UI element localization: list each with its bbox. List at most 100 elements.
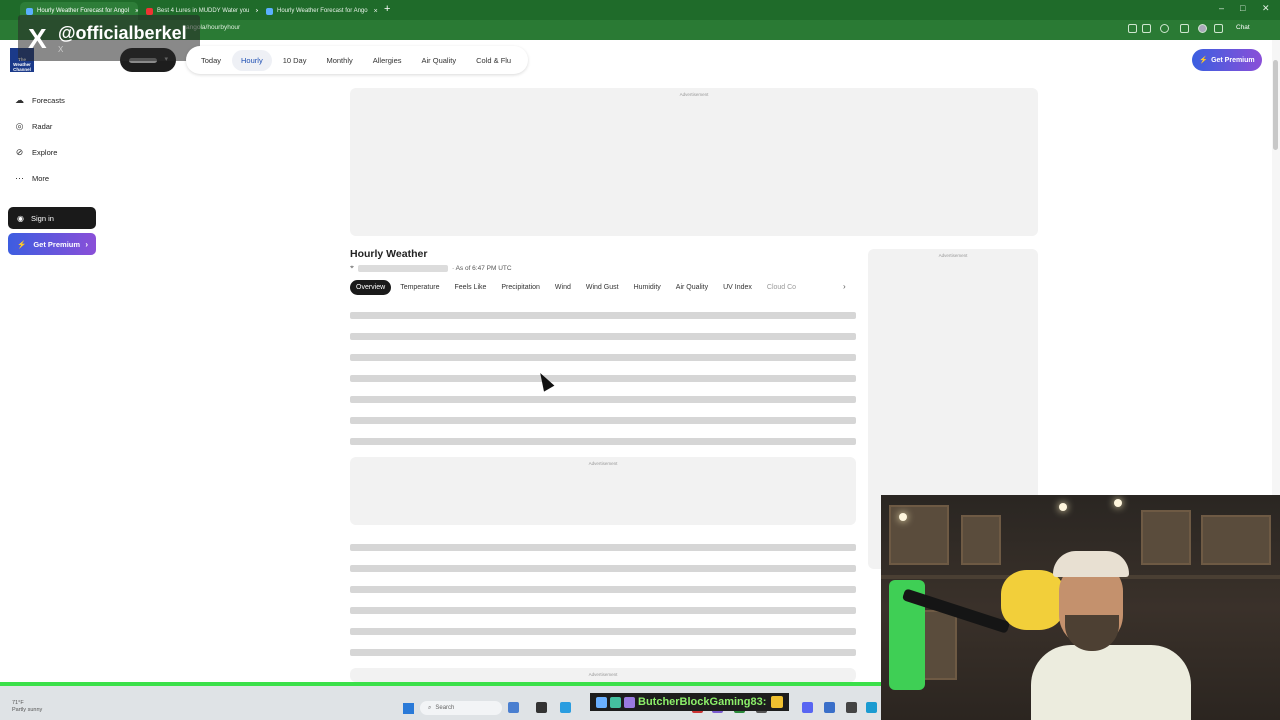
minimize-icon[interactable]: – <box>1219 3 1224 13</box>
close-icon[interactable]: × <box>135 8 138 15</box>
social-overlay: X @officialberkel X <box>18 15 200 61</box>
loading-row <box>350 607 856 614</box>
ad-label: Advertisement <box>679 92 709 97</box>
bolt-icon: ⚡ <box>1199 57 1209 64</box>
user-icon: ◉ <box>17 213 24 223</box>
taskbar-app-icon[interactable] <box>846 702 857 713</box>
close-window-icon[interactable]: ✕ <box>1262 3 1270 14</box>
taskbar-weather-desc: Partly sunny <box>12 707 43 713</box>
windows-start-icon[interactable] <box>403 703 414 714</box>
wall-frame <box>921 610 957 680</box>
loading-row <box>350 544 856 551</box>
location-name-placeholder <box>357 264 448 272</box>
tab-overview[interactable]: Overview <box>350 280 392 295</box>
chat-button[interactable]: Chat <box>1236 24 1250 31</box>
nav-cold-flu[interactable]: Cold & Flu <box>467 50 520 71</box>
sidebar-get-premium-button[interactable]: ⚡ Get Premium › <box>8 233 96 255</box>
profile-avatar-icon[interactable] <box>1198 24 1207 33</box>
ad-label: Advertisement <box>938 253 968 258</box>
taskbar-app-icon[interactable] <box>824 702 835 713</box>
chat-badge-icon <box>610 696 621 708</box>
nav-hourly[interactable]: Hourly <box>232 49 272 71</box>
taskbar-app-icon[interactable] <box>508 702 519 713</box>
tab-cloud-cover[interactable]: Cloud Co <box>761 280 802 295</box>
wall-frame <box>1141 510 1191 565</box>
tab-uv-index[interactable]: UV Index <box>717 280 758 295</box>
install-icon[interactable] <box>1128 24 1137 33</box>
forecast-nav: Today Hourly 10 Day Monthly Allergies Ai… <box>186 46 529 74</box>
chat-badge-icon <box>624 696 635 708</box>
ad-inline[interactable]: Advertisement <box>350 457 856 525</box>
taskbar-search[interactable]: ⌕ Search <box>420 701 502 715</box>
loading-row <box>350 649 856 656</box>
chat-username: ButcherBlockGaming83: <box>638 696 767 708</box>
maximize-icon[interactable]: □ <box>1240 3 1245 13</box>
tab-wind-gust[interactable]: Wind Gust <box>580 280 625 295</box>
extension-icon[interactable] <box>1180 24 1189 33</box>
sidebar-item-more[interactable]: ⋯ More <box>14 173 49 184</box>
taskbar-app-icon[interactable] <box>802 702 813 713</box>
cloud-icon: ☁ <box>15 95 24 105</box>
nav-10-day[interactable]: 10 Day <box>274 50 316 71</box>
refresh-icon[interactable] <box>1160 24 1169 33</box>
social-handle: @officialberkel <box>58 23 187 43</box>
tab-air-quality[interactable]: Air Quality <box>670 280 714 295</box>
ad-label: Advertisement <box>588 672 618 677</box>
ceiling-light <box>1059 503 1067 511</box>
nav-monthly[interactable]: Monthly <box>317 50 361 71</box>
close-icon[interactable]: × <box>255 8 258 15</box>
wall-frame <box>961 515 1001 565</box>
taskbar-weather-widget[interactable]: 71°F Partly sunny <box>12 700 42 714</box>
sidebar-item-label: More <box>32 174 50 183</box>
sidebar-item-label: Explore <box>32 148 58 157</box>
close-icon[interactable]: × <box>374 8 378 15</box>
loading-row <box>350 417 856 424</box>
get-premium-button[interactable]: ⚡ Get Premium <box>1192 49 1262 71</box>
stream-chat-message: ButcherBlockGaming83: <box>590 693 790 711</box>
loading-row <box>350 396 856 403</box>
radar-icon: ◎ <box>15 121 24 131</box>
nav-air-quality[interactable]: Air Quality <box>413 50 466 71</box>
more-dots-icon: ⋯ <box>15 173 24 183</box>
nav-today[interactable]: Today <box>192 50 230 71</box>
ad-inline-bottom[interactable]: Advertisement <box>350 668 856 682</box>
tab-temperature[interactable]: Temperature <box>394 280 445 295</box>
menu-dots-icon[interactable] <box>1214 24 1223 33</box>
tab-humidity[interactable]: Humidity <box>628 280 667 295</box>
social-sub: X <box>58 45 64 54</box>
tab-feels-like[interactable]: Feels Like <box>448 280 492 295</box>
taskbar-app-icon[interactable] <box>536 702 547 713</box>
sidebar-item-radar[interactable]: ◎ Radar <box>14 121 53 132</box>
favicon-icon <box>266 7 273 15</box>
loading-row <box>350 333 856 340</box>
sidebar-item-label: Forecasts <box>32 96 65 105</box>
chevron-right-icon: › <box>85 239 88 249</box>
bookmark-star-icon[interactable] <box>1142 24 1151 33</box>
chat-badge-icon <box>596 696 607 708</box>
plush-toy <box>1001 570 1065 630</box>
new-tab-button[interactable]: + <box>384 3 390 15</box>
as-of-time: · As of 6:47 PM UTC <box>451 264 512 272</box>
tab-title: Hourly Weather Forecast for Ango <box>277 8 368 14</box>
hourly-metric-tabs: Overview Temperature Feels Like Precipit… <box>350 280 856 295</box>
youtube-icon <box>146 7 153 15</box>
loading-row <box>350 438 856 445</box>
sidebar-item-forecasts[interactable]: ☁ Forecasts <box>14 95 65 106</box>
chevron-right-icon[interactable]: › <box>843 282 846 291</box>
taskbar-weather-temp: 71°F <box>12 700 24 706</box>
taskbar-app-icon[interactable] <box>866 702 877 713</box>
scrollbar-thumb[interactable] <box>1273 60 1278 150</box>
tab-wind[interactable]: Wind <box>549 280 577 295</box>
nav-allergies[interactable]: Allergies <box>364 50 411 71</box>
taskbar-app-icon[interactable] <box>560 702 571 713</box>
tab-precipitation[interactable]: Precipitation <box>495 280 546 295</box>
tab-hourly-weather-2[interactable]: Hourly Weather Forecast for Ango × <box>260 2 380 20</box>
get-premium-label: Get Premium <box>33 239 81 249</box>
compass-icon: ⊘ <box>15 147 24 157</box>
favicon-icon <box>26 7 33 15</box>
ad-banner-top[interactable]: Advertisement <box>350 88 1038 236</box>
sidebar-item-explore[interactable]: ⊘ Explore <box>14 147 58 158</box>
tab-title: Best 4 Lures in MUDDY Water you <box>157 8 250 14</box>
sign-in-button[interactable]: ◉ Sign in <box>8 207 96 229</box>
loading-row <box>350 586 856 593</box>
